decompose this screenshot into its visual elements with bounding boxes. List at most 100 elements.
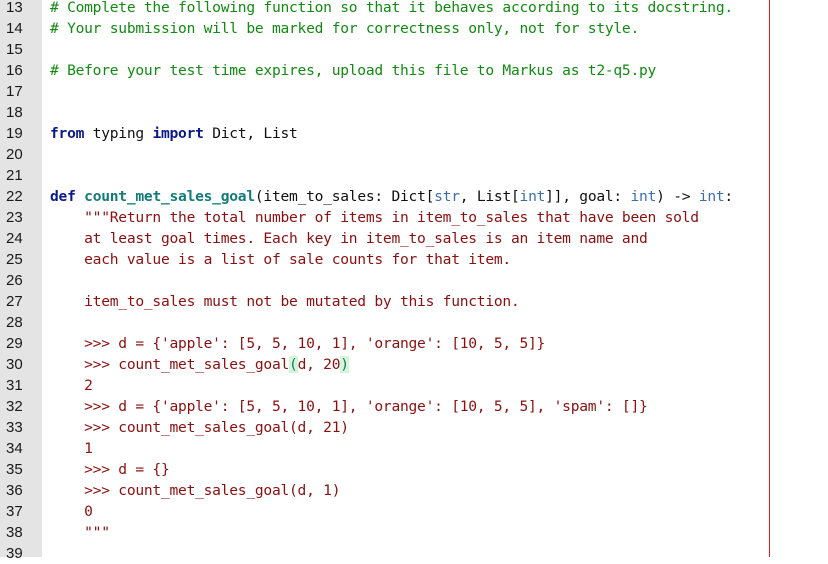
code-token: def: [50, 188, 76, 205]
line-number: 34: [6, 440, 23, 457]
code-token: 0: [50, 503, 93, 520]
code-token: item_to_sales must not be mutated by thi…: [50, 293, 520, 310]
line-number: 31: [6, 377, 23, 394]
code-line[interactable]: 23 """Return the total number of items i…: [0, 207, 828, 228]
code-text: >>> d = {'apple': [5, 5, 10, 1], 'orange…: [50, 396, 648, 417]
code-line[interactable]: 22 def count_met_sales_goal(item_to_sales…: [0, 186, 828, 207]
code-text: from typing import Dict, List: [50, 123, 298, 144]
code-line[interactable]: 33 >>> count_met_sales_goal(d, 21): [0, 417, 828, 438]
code-token: from: [50, 125, 85, 142]
code-line[interactable]: 25 each value is a list of sale counts f…: [0, 249, 828, 270]
code-token: # Your submission will be marked for cor…: [50, 20, 639, 37]
code-editor[interactable]: 13 # Complete the following function so t…: [0, 0, 828, 564]
code-line[interactable]: 17: [0, 81, 828, 102]
code-text: """: [50, 522, 110, 543]
code-text: """Return the total number of items in i…: [50, 207, 699, 228]
code-line[interactable]: 26: [0, 270, 828, 291]
code-text: item_to_sales must not be mutated by thi…: [50, 291, 520, 312]
line-number: 38: [6, 524, 23, 541]
code-line[interactable]: 16 # Before your test time expires, uploa…: [0, 60, 828, 81]
code-text: 0: [50, 501, 93, 522]
line-number: 28: [6, 314, 23, 331]
code-text: >>> count_met_sales_goal(d, 21): [50, 417, 349, 438]
code-text: # Before your test time expires, upload …: [50, 60, 656, 81]
code-token: """Return the total number of items in i…: [50, 209, 699, 226]
line-number: 25: [6, 251, 23, 268]
code-line[interactable]: 28: [0, 312, 828, 333]
code-token: """: [50, 524, 110, 541]
code-token: int: [630, 188, 657, 205]
code-token: d, 20: [297, 356, 341, 373]
code-text: each value is a list of sale counts for …: [50, 249, 511, 270]
line-number: 36: [6, 482, 23, 499]
code-line[interactable]: 20: [0, 144, 828, 165]
code-token: # Before your test time expires, upload …: [50, 62, 657, 79]
code-line[interactable]: 36 >>> count_met_sales_goal(d, 1): [0, 480, 828, 501]
line-number: 27: [6, 293, 23, 310]
code-line[interactable]: 30 >>> count_met_sales_goal(d, 20): [0, 354, 828, 375]
code-text: >>> count_met_sales_goal(d, 20): [50, 354, 349, 375]
code-text: def count_met_sales_goal(item_to_sales: …: [50, 186, 733, 207]
line-number: 30: [6, 356, 23, 373]
code-token: str: [434, 188, 460, 205]
line-number: 33: [6, 419, 23, 436]
code-token: >>> d = {'apple': [5, 5, 10, 1], 'orange…: [50, 398, 648, 415]
code-line[interactable]: 38 """: [0, 522, 828, 543]
code-line[interactable]: 15: [0, 39, 828, 60]
code-line[interactable]: 21: [0, 165, 828, 186]
code-line[interactable]: 31 2: [0, 375, 828, 396]
line-number: 37: [6, 503, 23, 520]
code-line[interactable]: 35 >>> d = {}: [0, 459, 828, 480]
line-number: 20: [6, 146, 23, 163]
code-line[interactable]: 29 >>> d = {'apple': [5, 5, 10, 1], 'ora…: [0, 333, 828, 354]
code-line[interactable]: 14 # Your submission will be marked for c…: [0, 18, 828, 39]
line-number: 16: [6, 62, 23, 79]
code-token: 2: [50, 377, 93, 394]
code-text: >>> d = {'apple': [5, 5, 10, 1], 'orange…: [50, 333, 545, 354]
code-token: each value is a list of sale counts for …: [50, 251, 511, 268]
line-number: 24: [6, 230, 23, 247]
line-number: 23: [6, 209, 23, 226]
code-token: >>> d = {'apple': [5, 5, 10, 1], 'orange…: [50, 335, 546, 352]
line-number: 18: [6, 104, 23, 121]
code-text: at least goal times. Each key in item_to…: [50, 228, 648, 249]
code-line[interactable]: 13 # Complete the following function so t…: [0, 0, 828, 18]
code-line[interactable]: 27 item_to_sales must not be mutated by …: [0, 291, 828, 312]
code-line[interactable]: 39: [0, 543, 828, 564]
code-token: Dict, List: [203, 125, 298, 142]
code-token: # Complete the following function so tha…: [50, 0, 733, 16]
code-token: (: [289, 356, 298, 373]
code-token: >>> d = {}: [50, 461, 170, 478]
code-text: # Complete the following function so tha…: [50, 0, 733, 18]
code-token: ): [340, 356, 349, 373]
code-line[interactable]: 34 1: [0, 438, 828, 459]
code-token: >>> count_met_sales_goal(d, 21): [50, 419, 349, 436]
code-token: :: [724, 188, 733, 205]
code-line[interactable]: 37 0: [0, 501, 828, 522]
code-text: 2: [50, 375, 93, 396]
line-number: 14: [6, 20, 23, 37]
code-token: at least goal times. Each key in item_to…: [50, 230, 648, 247]
code-token: import: [152, 125, 204, 142]
code-token: 1: [50, 440, 93, 457]
code-text: >>> count_met_sales_goal(d, 1): [50, 480, 340, 501]
code-line[interactable]: 32 >>> d = {'apple': [5, 5, 10, 1], 'ora…: [0, 396, 828, 417]
line-number: 39: [6, 545, 23, 562]
code-line[interactable]: 19 from typing import Dict, List: [0, 123, 828, 144]
line-number: 15: [6, 41, 23, 58]
code-text: 1: [50, 438, 93, 459]
line-number: 29: [6, 335, 23, 352]
code-token: (item_to_sales: Dict[: [254, 188, 435, 205]
line-number: 26: [6, 272, 23, 289]
line-number: 13: [6, 0, 23, 16]
code-line[interactable]: 18: [0, 102, 828, 123]
line-number: 32: [6, 398, 23, 415]
code-token: count_met_sales_goal: [84, 188, 255, 205]
line-number: 22: [6, 188, 23, 205]
code-token: >>> count_met_sales_goal(d, 1): [50, 482, 341, 499]
code-token: typing: [84, 125, 153, 142]
code-line[interactable]: 24 at least goal times. Each key in item…: [0, 228, 828, 249]
line-number: 35: [6, 461, 23, 478]
line-number: 19: [6, 125, 23, 142]
